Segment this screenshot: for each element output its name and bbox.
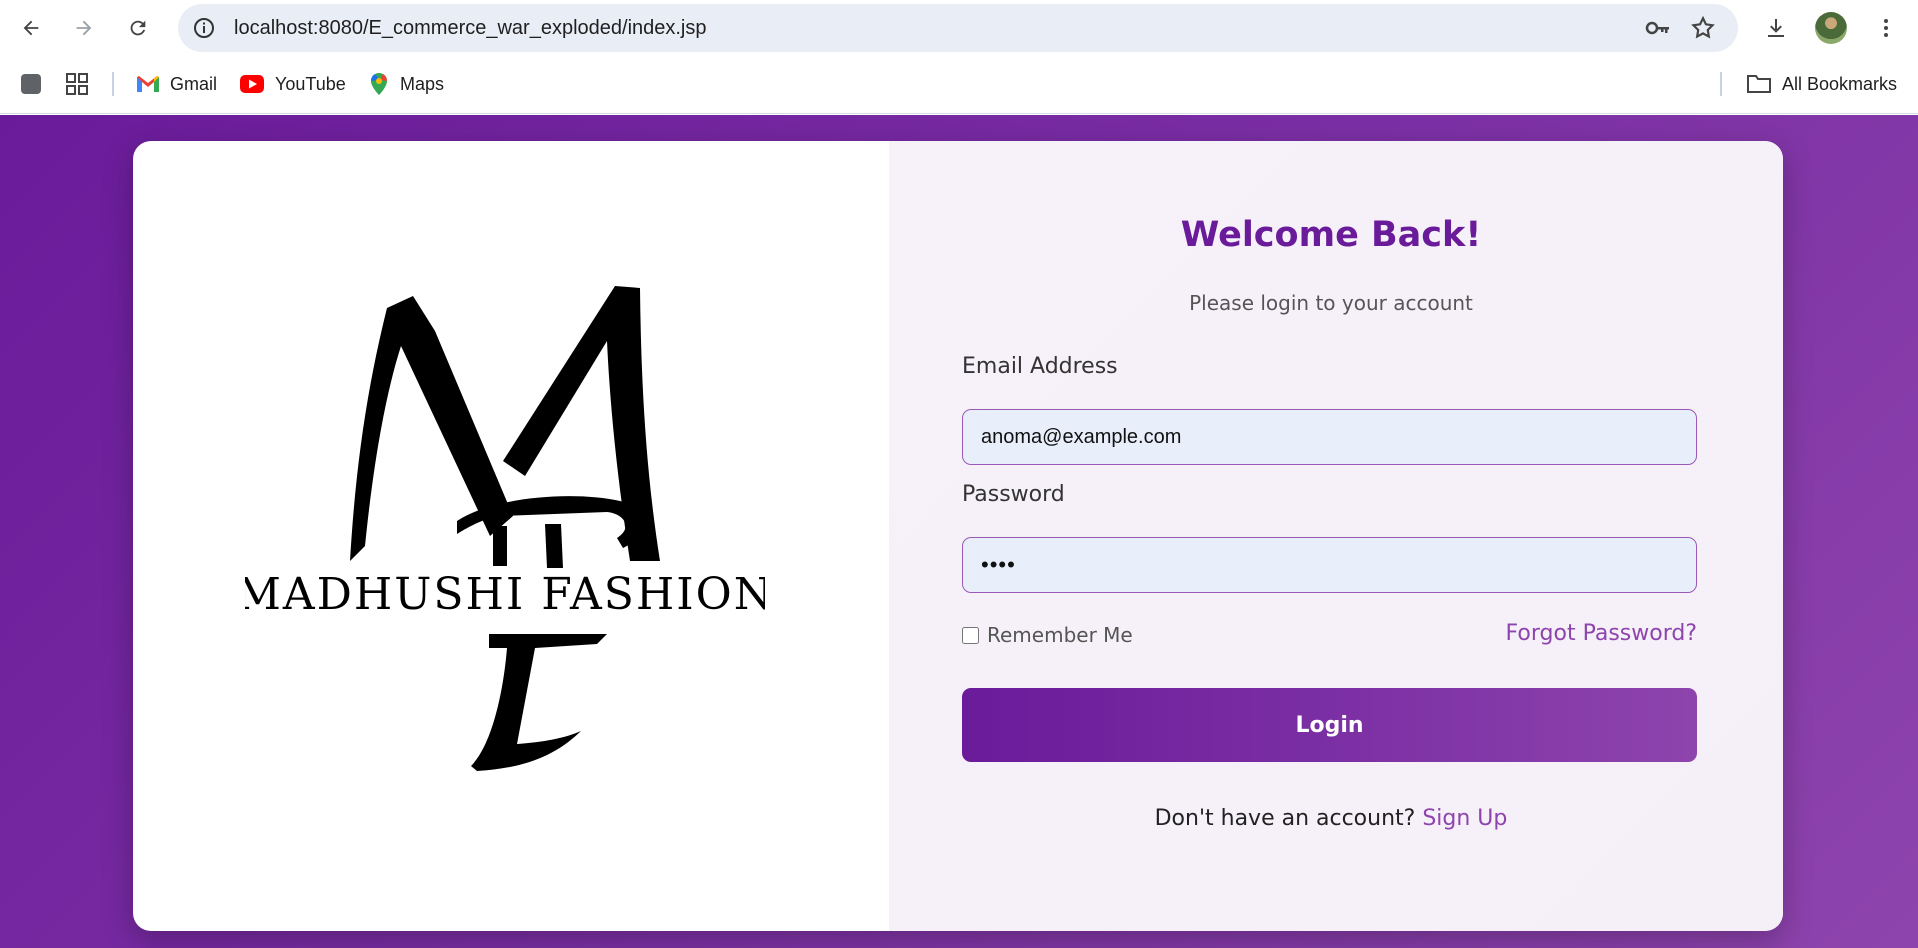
bookmark-gmail[interactable]: Gmail	[136, 68, 217, 100]
bookmarks-bar: Gmail YouTube Maps All Bookmarks	[0, 56, 1918, 114]
bookmark-maps[interactable]: Maps	[368, 68, 444, 100]
forward-button[interactable]	[66, 10, 102, 46]
maps-icon	[370, 73, 388, 95]
apps-grid-icon	[66, 73, 88, 95]
login-card: MADHUSHI FASHION Welcome Back! Please lo…	[133, 141, 1783, 931]
all-bookmarks-button[interactable]: All Bookmarks	[1746, 68, 1897, 100]
page-background: MADHUSHI FASHION Welcome Back! Please lo…	[0, 115, 1918, 948]
forgot-password-link[interactable]: Forgot Password?	[1506, 621, 1697, 646]
login-panel: Welcome Back! Please login to your accou…	[889, 141, 1783, 931]
email-field[interactable]	[962, 409, 1697, 465]
apps-button[interactable]	[64, 68, 90, 100]
reload-button[interactable]	[120, 10, 156, 46]
password-label: Password	[962, 482, 1065, 507]
url-text: localhost:8080/E_commerce_war_exploded/i…	[234, 17, 707, 39]
star-icon[interactable]	[1690, 15, 1716, 41]
key-icon[interactable]	[1644, 16, 1672, 40]
bookmarks-divider	[112, 72, 114, 96]
email-label: Email Address	[962, 354, 1118, 379]
password-field[interactable]	[962, 537, 1697, 593]
browser-toolbar: localhost:8080/E_commerce_war_exploded/i…	[0, 0, 1918, 56]
reload-icon	[130, 20, 146, 36]
info-icon[interactable]	[192, 16, 216, 40]
signup-row: Don't have an account? Sign Up	[889, 806, 1773, 831]
gmail-icon	[137, 76, 159, 92]
bookmark-label: YouTube	[275, 73, 346, 94]
more-vert-icon	[1884, 19, 1888, 37]
arrow-left-icon	[23, 20, 39, 36]
login-button[interactable]: Login	[962, 688, 1697, 762]
remember-me-label: Remember Me	[987, 623, 1133, 647]
youtube-icon	[240, 75, 264, 93]
square-icon	[21, 74, 41, 94]
signup-link[interactable]: Sign Up	[1422, 806, 1507, 831]
bookmark-label: Gmail	[170, 73, 218, 94]
arrow-right-icon	[76, 20, 92, 36]
download-icon	[1768, 19, 1784, 37]
downloads-button[interactable]	[1758, 10, 1794, 46]
bookmark-youtube[interactable]: YouTube	[239, 68, 346, 100]
remember-me-checkbox[interactable]	[962, 626, 979, 644]
folder-icon	[1747, 75, 1771, 93]
back-button[interactable]	[13, 10, 49, 46]
svg-text:MADHUSHI FASHION: MADHUSHI FASHION	[245, 569, 765, 620]
tab-search-button[interactable]	[18, 68, 44, 100]
brand-panel: MADHUSHI FASHION	[150, 141, 889, 931]
bookmarks-divider	[1720, 72, 1722, 96]
signup-prompt: Don't have an account?	[1154, 806, 1423, 831]
madhushi-fashion-logo: MADHUSHI FASHION	[245, 286, 765, 771]
login-title: Welcome Back!	[1180, 215, 1482, 255]
bookmark-label: Maps	[400, 73, 445, 94]
remember-me[interactable]: Remember Me	[962, 623, 1133, 647]
all-bookmarks-label: All Bookmarks	[1782, 73, 1898, 94]
login-subtitle: Please login to your account	[1189, 291, 1473, 315]
browser-menu-button[interactable]	[1868, 10, 1904, 46]
profile-avatar[interactable]	[1815, 12, 1847, 44]
address-bar[interactable]: localhost:8080/E_commerce_war_exploded/i…	[178, 4, 1738, 52]
